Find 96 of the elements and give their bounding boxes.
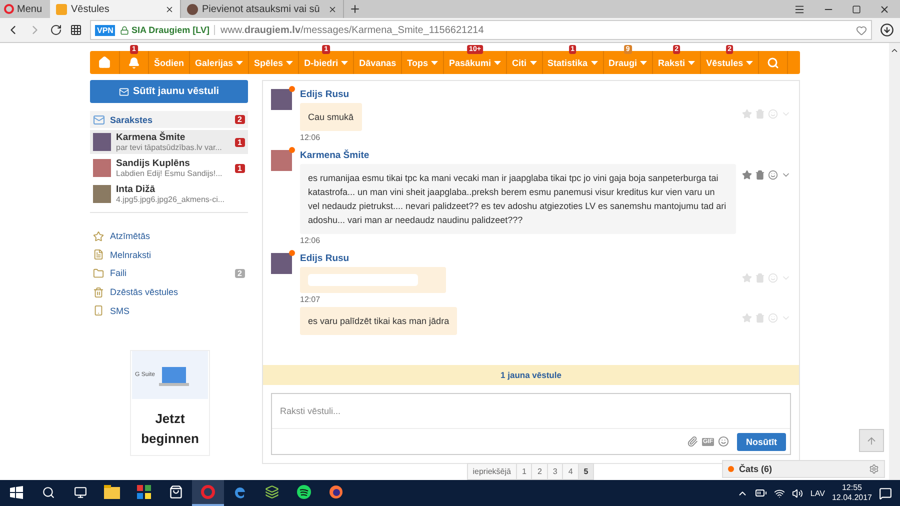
stacked-layers-icon[interactable]: [265, 485, 279, 499]
sender-name[interactable]: Karmena Šmite: [300, 150, 370, 161]
input-language[interactable]: LAV: [810, 488, 825, 498]
lock-icon: [120, 26, 130, 34]
contact-name: Karmena Šmite: [116, 132, 186, 144]
trash-icon: [93, 286, 104, 298]
smiley-icon[interactable]: [768, 170, 778, 180]
scrollbar[interactable]: [889, 43, 900, 480]
windows-icon: [10, 486, 22, 498]
speed-dial-icon[interactable]: [70, 24, 82, 36]
tab-list-icon[interactable]: [794, 4, 805, 14]
photo-placeholder: [93, 159, 111, 178]
site-icon: [56, 4, 68, 14]
url-text: www.draugiem.lv/messages/Karmena_Smite_1156621214: [220, 24, 484, 36]
opera-icon[interactable]: [201, 485, 215, 499]
close-icon[interactable]: [165, 4, 174, 14]
page-button[interactable]: 2: [531, 463, 548, 480]
sender-name[interactable]: Edijs Rusu: [300, 253, 350, 264]
shopping-bag-icon[interactable]: [169, 485, 183, 499]
message-bubble: es varu palīdzēt tikai kas man jādra: [300, 307, 458, 335]
search-icon: [767, 56, 780, 68]
message-bubble: es rumanijaa esmu tikai tpc ka mani vecaki man ir jaapglaba tikai tpc jo vini gaja boja sanpeterburga tai katastrofa... un man vini sheit jaapglaba..preksh berem esmu panemusi visur kreditus kur vien varu un vel nedaudz pietrukst.... nevari palidzeet?? es tev adoshu atgiezoties LV es sanemshu mantojumu tad ari adoshu... vari man ar needaudz naudinu palidzeet???: [300, 164, 736, 234]
notifications-icon[interactable]: [879, 486, 892, 500]
folder-icon[interactable]: [104, 485, 120, 499]
volume-icon[interactable]: [792, 488, 804, 498]
message-preview: 4.jpg5.jpg6.jpg26_akmens-ci...: [116, 195, 226, 204]
heart-icon[interactable]: [856, 24, 867, 36]
paperclip-icon[interactable]: [687, 436, 698, 447]
document-icon: [93, 249, 104, 260]
folder-link[interactable]: Faili 2: [90, 264, 248, 283]
message-preview: par tevi tāpatsūdzības.lv var...: [116, 143, 223, 152]
home-icon: [98, 56, 111, 69]
battery-icon[interactable]: [755, 487, 768, 499]
firefox-icon[interactable]: [329, 485, 343, 499]
star-icon[interactable]: [742, 170, 752, 180]
spotify-icon[interactable]: [297, 485, 311, 499]
reload-icon[interactable]: [50, 24, 62, 36]
contact-name: Sandijs Kuplēns: [116, 158, 191, 170]
vpn-badge[interactable]: VPN: [95, 24, 116, 36]
chat-bar[interactable]: Čats (6): [722, 460, 885, 478]
photo-placeholder: [93, 133, 111, 152]
page-button[interactable]: 5: [578, 463, 594, 480]
envelope-icon: [118, 86, 129, 97]
scroll-up-icon[interactable]: [890, 46, 899, 55]
new-message-notice[interactable]: 1 jauna vēstule: [263, 365, 799, 385]
address-field[interactable]: VPN SIA Draugiem [LV] www.draugiem.lv/messages/Karmena_Smite_1156621214: [90, 20, 872, 40]
certificate-label: SIA Draugiem [LV]: [131, 25, 210, 35]
site-icon: [187, 4, 198, 14]
photo-placeholder: [93, 185, 111, 204]
close-icon[interactable]: [879, 4, 890, 14]
search-icon: [42, 486, 54, 498]
settings-icon[interactable]: [869, 464, 879, 474]
page-button[interactable]: 4: [562, 463, 579, 480]
message-bubble: Cau smukā: [300, 103, 362, 131]
conversation-item[interactable]: Karmena Šmite par tevi tāpatsūdzības.lv var... 1: [90, 130, 248, 154]
browser-tab[interactable]: Vēstules: [50, 0, 182, 18]
compose-button[interactable]: Sūtīt jaunu vēstuli: [90, 80, 248, 104]
ad-headline: Jetzt beginnen: [140, 410, 200, 448]
message-time: 12:06: [300, 236, 320, 245]
unread-badge: 1: [234, 164, 245, 173]
folder-link[interactable]: SMS: [90, 301, 248, 320]
folder-link[interactable]: Atzīmētās: [90, 227, 248, 246]
message-time: 12:07: [300, 295, 320, 304]
maximize-icon[interactable]: [852, 4, 861, 14]
download-icon[interactable]: [880, 23, 894, 37]
browser-menu-button[interactable]: Menu: [0, 0, 50, 18]
opera-icon: [4, 4, 14, 14]
contact-name: Inta Dižā: [116, 184, 156, 196]
message-time: 12:06: [300, 133, 320, 142]
folder-link[interactable]: Dzēstās vēstules: [90, 282, 248, 302]
clock-date: 12.04.2017: [832, 493, 872, 503]
wifi-icon[interactable]: [774, 488, 786, 498]
clock[interactable]: 12:55 12.04.2017: [832, 483, 872, 503]
bell-icon: [128, 56, 140, 68]
unread-badge: 1: [234, 138, 245, 147]
sender-name[interactable]: Edijs Rusu: [300, 89, 350, 100]
count-badge: 2: [234, 268, 245, 278]
previous-page-button[interactable]: iepriekšējā: [466, 463, 517, 480]
smiley-icon[interactable]: [718, 436, 729, 447]
task-view-icon: [74, 486, 86, 498]
tiles-icon[interactable]: [137, 485, 151, 499]
new-tab-icon[interactable]: [348, 3, 361, 15]
clock-time: 12:55: [842, 483, 862, 493]
close-icon[interactable]: [328, 4, 337, 14]
folder-link[interactable]: Melnraksti: [90, 246, 248, 264]
edge-icon[interactable]: [233, 485, 247, 499]
count-badge: 2: [234, 115, 245, 124]
trash-icon[interactable]: [755, 170, 765, 180]
folder-icon: [93, 268, 104, 279]
phone-icon: [93, 305, 104, 316]
star-icon: [93, 230, 104, 242]
send-button[interactable]: Nosūtīt: [737, 432, 786, 450]
envelope-icon: [93, 114, 105, 126]
inbox-item[interactable]: Sarakstes 2: [90, 111, 248, 128]
message-preview: Labdien Edij! Esmu Sandijs!...: [116, 169, 224, 178]
conversation-item[interactable]: Sandijs Kuplēns Labdien Edij! Esmu Sandijs!... 1: [90, 156, 248, 180]
